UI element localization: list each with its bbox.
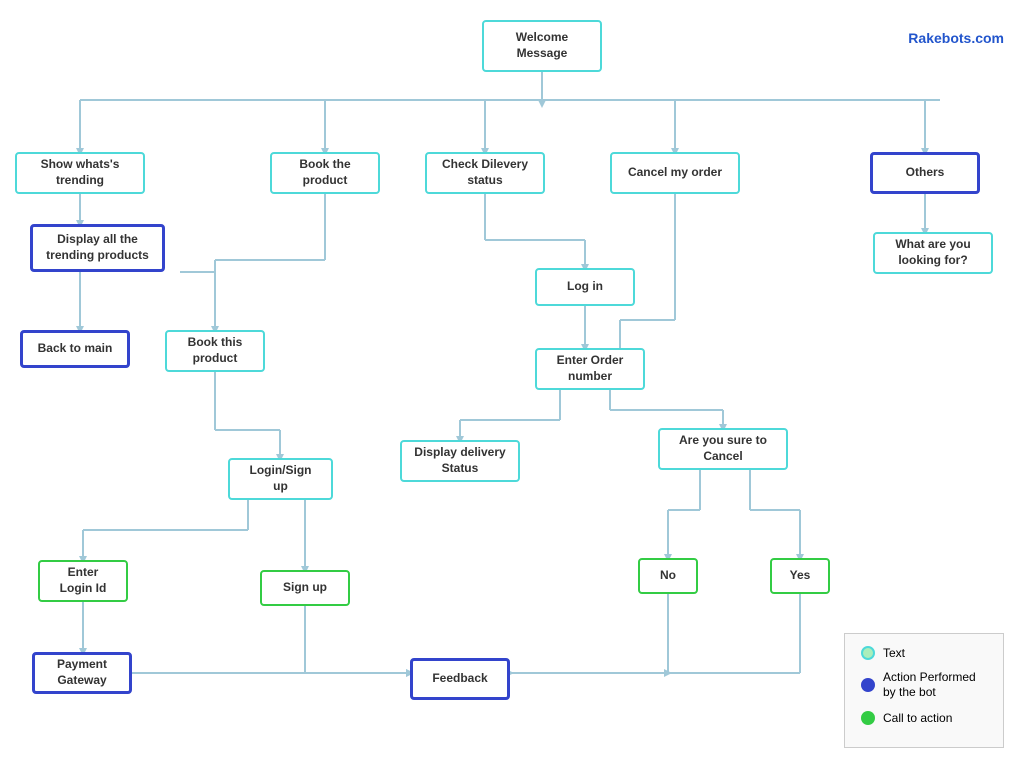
node-no: No [638, 558, 698, 594]
legend-action-label: Action Performedby the bot [883, 670, 976, 701]
node-login: Log in [535, 268, 635, 306]
node-enter_login: EnterLogin Id [38, 560, 128, 602]
node-back_to_main: Back to main [20, 330, 130, 368]
legend-text-label: Text [883, 646, 905, 660]
node-what_looking: What are youlooking for? [873, 232, 993, 274]
legend-dot-action [861, 678, 875, 692]
node-book_product: Book theproduct [270, 152, 380, 194]
node-display_delivery: Display deliveryStatus [400, 440, 520, 482]
node-others: Others [870, 152, 980, 194]
node-display_trending: Display all thetrending products [30, 224, 165, 272]
node-show_trending: Show whats's trending [15, 152, 145, 194]
legend-dot-text [861, 646, 875, 660]
brand-label: Rakebots.com [908, 30, 1004, 46]
node-cancel_order: Cancel my order [610, 152, 740, 194]
node-payment_gw: PaymentGateway [32, 652, 132, 694]
legend-cta-label: Call to action [883, 711, 952, 725]
legend: Text Action Performedby the bot Call to … [844, 633, 1004, 748]
node-feedback: Feedback [410, 658, 510, 700]
legend-item-cta: Call to action [861, 711, 987, 725]
node-sign_up: Sign up [260, 570, 350, 606]
node-yes: Yes [770, 558, 830, 594]
node-check_delivery: Check Dileverystatus [425, 152, 545, 194]
node-are_you_sure: Are you sure toCancel [658, 428, 788, 470]
legend-dot-cta [861, 711, 875, 725]
node-welcome: WelcomeMessage [482, 20, 602, 72]
node-book_this: Book thisproduct [165, 330, 265, 372]
legend-item-text: Text [861, 646, 987, 660]
node-login_signup: Login/Signup [228, 458, 333, 500]
node-enter_order: Enter Ordernumber [535, 348, 645, 390]
legend-item-action: Action Performedby the bot [861, 670, 987, 701]
